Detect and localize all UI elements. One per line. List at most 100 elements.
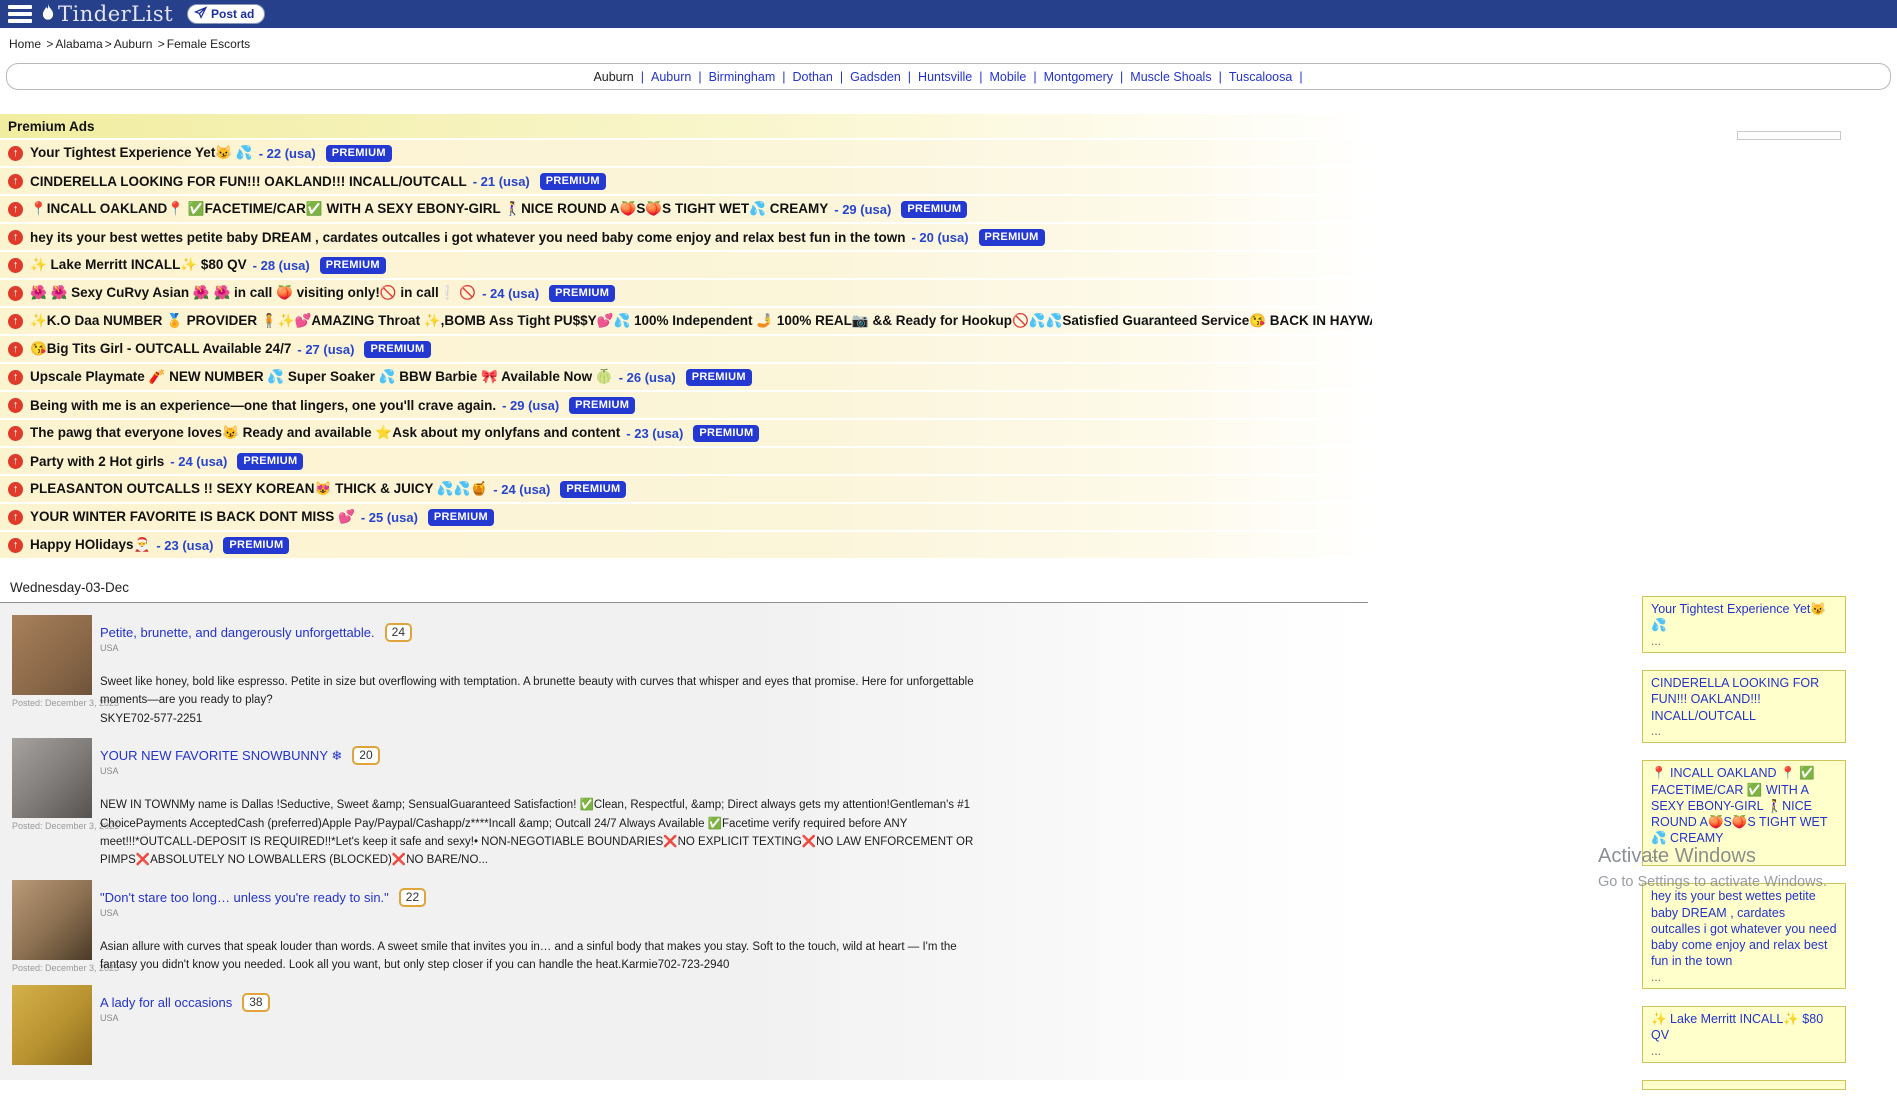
premium-ad-age: - 25 (usa) (361, 510, 418, 525)
bump-up-icon: ↑ (8, 146, 23, 161)
breadcrumb-state[interactable]: Alabama (55, 37, 102, 51)
listing-title-link[interactable]: YOUR NEW FAVORITE SNOWBUNNY ❄ (100, 748, 342, 764)
listing-thumbnail[interactable] (12, 738, 92, 818)
listing-description: Asian allure with curves that speak loud… (100, 938, 980, 975)
sidebar-ad-title[interactable]: Your Tightest Experience Yet😼 💦 (1651, 601, 1837, 634)
premium-ad-row[interactable]: ↑ The pawg that everyone loves😼 Ready an… (0, 420, 1372, 446)
listing-description: Sweet like honey, bold like espresso. Pe… (100, 673, 980, 710)
premium-ad-age: - 22 (usa) (259, 146, 316, 161)
premium-ad-row[interactable]: ↑ Party with 2 Hot girls - 24 (usa) PREM… (0, 448, 1372, 474)
premium-ad-row[interactable]: ↑ Being with me is an experience—one tha… (0, 392, 1372, 418)
listing-country: USA (100, 766, 980, 776)
premium-ad-title[interactable]: Party with 2 Hot girls (30, 454, 164, 469)
premium-ad-row[interactable]: ↑ ✨ Lake Merritt INCALL✨ $80 QV - 28 (us… (0, 252, 1372, 278)
listing-item[interactable]: Posted: December 3, 2025 YOUR NEW FAVORI… (0, 738, 1368, 870)
premium-badge: PREMIUM (540, 173, 606, 190)
sidebar-ad-title[interactable]: hey its your best wettes petite baby DRE… (1651, 888, 1837, 969)
age-badge: 20 (352, 746, 379, 765)
city-link-gadsden[interactable]: Gadsden (850, 70, 901, 84)
listing-thumbnail[interactable] (12, 880, 92, 960)
premium-ad-age: - 29 (usa) (834, 202, 891, 217)
bump-up-icon: ↑ (8, 398, 23, 413)
premium-badge: PREMIUM (326, 145, 392, 162)
city-link-muscle-shoals[interactable]: Muscle Shoals (1130, 70, 1211, 84)
premium-ad-title[interactable]: 📍INCALL OAKLAND📍 ✅FACETIME/CAR✅ WITH A S… (30, 201, 828, 217)
city-separator: | (641, 70, 644, 84)
premium-ad-row[interactable]: ↑ hey its your best wettes petite baby D… (0, 224, 1372, 250)
premium-ad-title[interactable]: Being with me is an experience—one that … (30, 398, 496, 413)
premium-badge: PREMIUM (237, 453, 303, 470)
premium-ad-row[interactable]: ↑ YOUR WINTER FAVORITE IS BACK DONT MISS… (0, 504, 1372, 530)
sidebar-ad-card[interactable]: Your Tightest Experience Yet😼 💦 ... (1642, 596, 1846, 653)
listing-item[interactable]: Posted: December 3, 2025 "Don't stare to… (0, 880, 1368, 975)
premium-ad-title[interactable]: YOUR WINTER FAVORITE IS BACK DONT MISS 💕 (30, 509, 355, 525)
sidebar-ad-more: ... (1651, 847, 1837, 863)
breadcrumb-city[interactable]: Auburn (114, 37, 156, 51)
premium-ad-row[interactable]: ↑ Your Tightest Experience Yet😼 💦 - 22 (… (0, 140, 1372, 166)
listing-item[interactable]: Posted: December 3, 2025 Petite, brunett… (0, 615, 1368, 728)
premium-ad-title[interactable]: PLEASANTON OUTCALLS !! SEXY KOREAN😻 THIC… (30, 481, 487, 497)
city-link-auburn[interactable]: Auburn (651, 70, 691, 84)
post-ad-label: Post ad (211, 7, 254, 21)
sidebar-ad-card[interactable]: CINDERELLA LOOKING FOR FUN!!! OAKLAND!!!… (1642, 670, 1846, 743)
listing-item[interactable]: A lady for all occasions 38 USA (0, 985, 1368, 1080)
premium-ad-title[interactable]: The pawg that everyone loves😼 Ready and … (30, 425, 620, 441)
listing-title-link[interactable]: A lady for all occasions (100, 995, 232, 1010)
sidebar-ad-card[interactable] (1642, 1080, 1846, 1090)
listing-title-link[interactable]: Petite, brunette, and dangerously unforg… (100, 625, 375, 640)
premium-ad-title[interactable]: hey its your best wettes petite baby DRE… (30, 230, 905, 245)
premium-ad-title[interactable]: 😘Big Tits Girl - OUTCALL Available 24/7 (30, 341, 291, 357)
premium-ads-heading: Premium Ads (0, 114, 1372, 138)
premium-ad-age: - 24 (usa) (170, 454, 227, 469)
listing-thumbnail[interactable] (12, 985, 92, 1065)
premium-ad-row[interactable]: ↑ 😘Big Tits Girl - OUTCALL Available 24/… (0, 336, 1372, 362)
premium-badge: PREMIUM (549, 285, 615, 302)
post-ad-button[interactable]: Post ad (187, 4, 265, 24)
premium-ad-title[interactable]: Upscale Playmate 🧨 NEW NUMBER 💦 Super So… (30, 369, 613, 385)
premium-ad-title[interactable]: Your Tightest Experience Yet😼 💦 (30, 145, 253, 161)
sidebar-ad-card[interactable]: 📍 INCALL OAKLAND 📍 ✅ FACETIME/CAR ✅ WITH… (1642, 760, 1846, 866)
premium-ad-age: - 23 (usa) (626, 426, 683, 441)
premium-ad-title[interactable]: CINDERELLA LOOKING FOR FUN!!! OAKLAND!!!… (30, 174, 467, 189)
city-link-montgomery[interactable]: Montgomery (1044, 70, 1113, 84)
age-badge: 22 (399, 888, 426, 907)
city-navigation-bar: Auburn| Auburn| Birmingham| Dothan| Gads… (6, 63, 1891, 90)
bump-up-icon: ↑ (8, 286, 23, 301)
city-link-birmingham[interactable]: Birmingham (709, 70, 776, 84)
premium-ad-row[interactable]: ↑ PLEASANTON OUTCALLS !! SEXY KOREAN😻 TH… (0, 476, 1372, 502)
city-link-tuscaloosa[interactable]: Tuscaloosa (1229, 70, 1292, 84)
site-logo[interactable]: TinderList (40, 2, 173, 26)
premium-ad-age: - 26 (usa) (619, 370, 676, 385)
sidebar-ad-title[interactable]: 📍 INCALL OAKLAND 📍 ✅ FACETIME/CAR ✅ WITH… (1651, 765, 1837, 846)
bump-up-icon: ↑ (8, 538, 23, 553)
listing-area: Posted: December 3, 2025 Petite, brunett… (0, 603, 1368, 1080)
premium-ad-row[interactable]: ↑ 📍INCALL OAKLAND📍 ✅FACETIME/CAR✅ WITH A… (0, 196, 1372, 222)
listing-title-link[interactable]: "Don't stare too long… unless you're rea… (100, 890, 389, 905)
posted-date: Posted: December 3, 2025 (12, 821, 100, 831)
breadcrumb-home[interactable]: Home (9, 37, 44, 51)
sidebar-ad-title[interactable]: CINDERELLA LOOKING FOR FUN!!! OAKLAND!!!… (1651, 675, 1837, 724)
site-title: TinderList (58, 2, 173, 26)
city-link-huntsville[interactable]: Huntsville (918, 70, 972, 84)
breadcrumb-category[interactable]: Female Escorts (167, 37, 250, 51)
premium-ad-title[interactable]: Happy HOlidays🎅 (30, 537, 150, 553)
city-link-dothan[interactable]: Dothan (793, 70, 833, 84)
premium-ads-section: Premium Ads ↑ Your Tightest Experience Y… (0, 114, 1372, 558)
premium-ad-row[interactable]: ↑ Happy HOlidays🎅 - 23 (usa) PREMIUM (0, 532, 1372, 558)
premium-badge: PREMIUM (569, 397, 635, 414)
listing-description: NEW IN TOWNMy name is Dallas !Seductive,… (100, 796, 980, 870)
sidebar-ad-card[interactable]: ✨ Lake Merritt INCALL✨ $80 QV ... (1642, 1006, 1846, 1063)
premium-ad-title[interactable]: ✨K.O Daa NUMBER 🏅 PROVIDER 🧍✨💕AMAZING Th… (30, 313, 1372, 329)
menu-icon[interactable] (8, 5, 32, 23)
sidebar-ad-title[interactable]: ✨ Lake Merritt INCALL✨ $80 QV (1651, 1011, 1837, 1044)
premium-ad-title[interactable]: ✨ Lake Merritt INCALL✨ $80 QV (30, 257, 247, 273)
premium-ad-row[interactable]: ↑ CINDERELLA LOOKING FOR FUN!!! OAKLAND!… (0, 168, 1372, 194)
city-link-mobile[interactable]: Mobile (989, 70, 1026, 84)
bump-up-icon: ↑ (8, 202, 23, 217)
listing-thumbnail[interactable] (12, 615, 92, 695)
premium-ad-title[interactable]: 🌺 🌺 Sexy CuRvy Asian 🌺 🌺 in call 🍑 visit… (30, 285, 476, 301)
premium-ad-row[interactable]: ↑ 🌺 🌺 Sexy CuRvy Asian 🌺 🌺 in call 🍑 vis… (0, 280, 1372, 306)
sidebar-ad-card[interactable]: hey its your best wettes petite baby DRE… (1642, 883, 1846, 989)
premium-ad-row[interactable]: ↑ ✨K.O Daa NUMBER 🏅 PROVIDER 🧍✨💕AMAZING … (0, 308, 1372, 334)
premium-ad-row[interactable]: ↑ Upscale Playmate 🧨 NEW NUMBER 💦 Super … (0, 364, 1372, 390)
